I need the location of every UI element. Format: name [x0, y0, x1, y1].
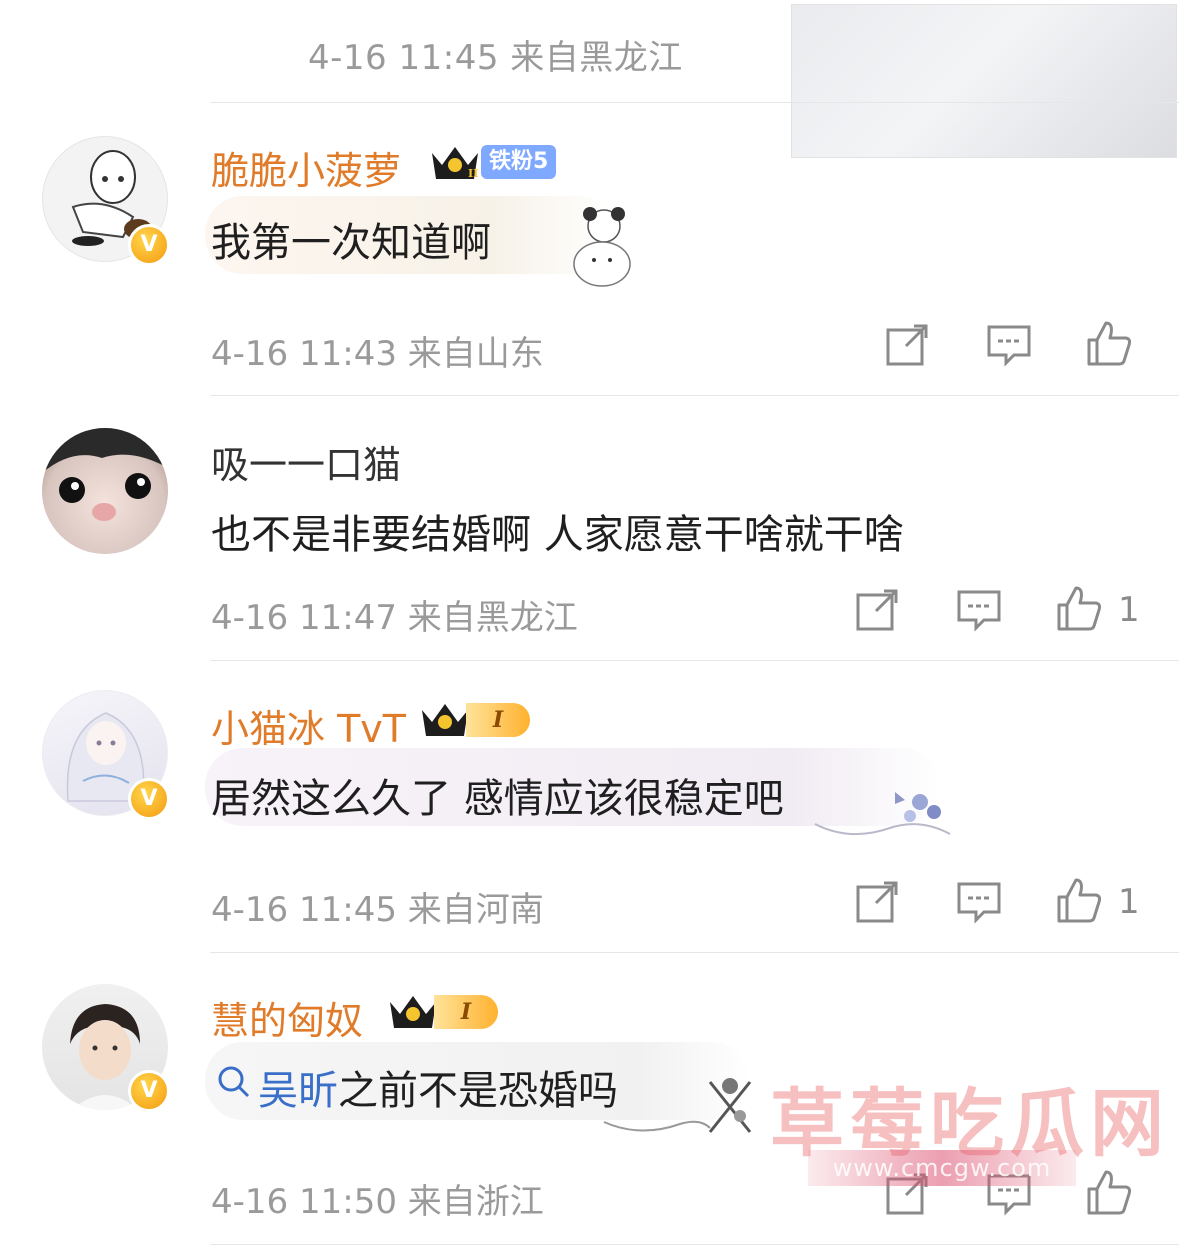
like-icon[interactable]: [1056, 585, 1102, 631]
username[interactable]: 脆脆小菠萝: [211, 140, 401, 195]
repost-icon[interactable]: [854, 587, 900, 633]
username[interactable]: 吸一一口猫: [211, 434, 401, 489]
search-term-link[interactable]: 吴昕: [258, 1068, 338, 1114]
fan-badge[interactable]: 铁粉5: [481, 145, 557, 179]
comment-icon[interactable]: [956, 587, 1002, 633]
level-badge: I: [434, 995, 498, 1029]
level-roman: II: [468, 167, 478, 180]
repost-icon[interactable]: [854, 879, 900, 925]
divider: [210, 102, 1179, 103]
crown-icon: [420, 700, 470, 738]
comment-text: 也不是非要结婚啊 人家愿意干啥就干啥: [211, 512, 904, 558]
comment-icon[interactable]: [956, 879, 1002, 925]
image-thumbnail[interactable]: [791, 4, 1177, 158]
comment-text: 我第一次知道啊: [211, 220, 491, 266]
crown-icon: [388, 992, 438, 1030]
like-icon[interactable]: [1056, 877, 1102, 923]
comment-meta: 4-16 11:45 来自黑龙江: [308, 38, 683, 78]
like-icon[interactable]: [1086, 320, 1132, 366]
like-icon[interactable]: [1086, 1169, 1132, 1215]
like-count: 1: [1118, 882, 1140, 922]
divider: [210, 660, 1179, 661]
like-count: 1: [1118, 590, 1140, 630]
search-icon[interactable]: [216, 1064, 252, 1100]
verified-v-icon: V: [128, 778, 170, 820]
comment-meta: 4-16 11:47 来自黑龙江: [211, 598, 578, 638]
username[interactable]: 慧的匈奴: [211, 990, 363, 1045]
username[interactable]: 小猫冰 TvT: [211, 698, 406, 753]
verified-v-icon: V: [128, 224, 170, 266]
comment-text: 居然这么久了 感情应该很稳定吧: [211, 776, 784, 822]
divider: [210, 952, 1179, 953]
comment-icon[interactable]: [986, 322, 1032, 368]
avatar[interactable]: [42, 428, 168, 554]
divider: [210, 395, 1179, 396]
crown-icon: II: [430, 143, 480, 181]
comment-text-rest: 之前不是恐婚吗: [338, 1068, 618, 1114]
sticker-image: [573, 207, 631, 287]
watermark-url: www.cmcgw.com: [808, 1150, 1076, 1186]
comment-text: 吴昕之前不是恐婚吗: [258, 1058, 618, 1116]
bubble-decoration: [603, 1078, 752, 1133]
bubble-decoration: [814, 792, 951, 836]
divider: [210, 1244, 1179, 1245]
comment-meta: 4-16 11:45 来自河南: [211, 890, 544, 930]
verified-v-icon: V: [128, 1070, 170, 1112]
repost-icon[interactable]: [884, 322, 930, 368]
comment-meta: 4-16 11:43 来自山东: [211, 334, 544, 374]
level-badge: I: [466, 703, 530, 737]
comment-meta: 4-16 11:50 来自浙江: [211, 1182, 544, 1222]
